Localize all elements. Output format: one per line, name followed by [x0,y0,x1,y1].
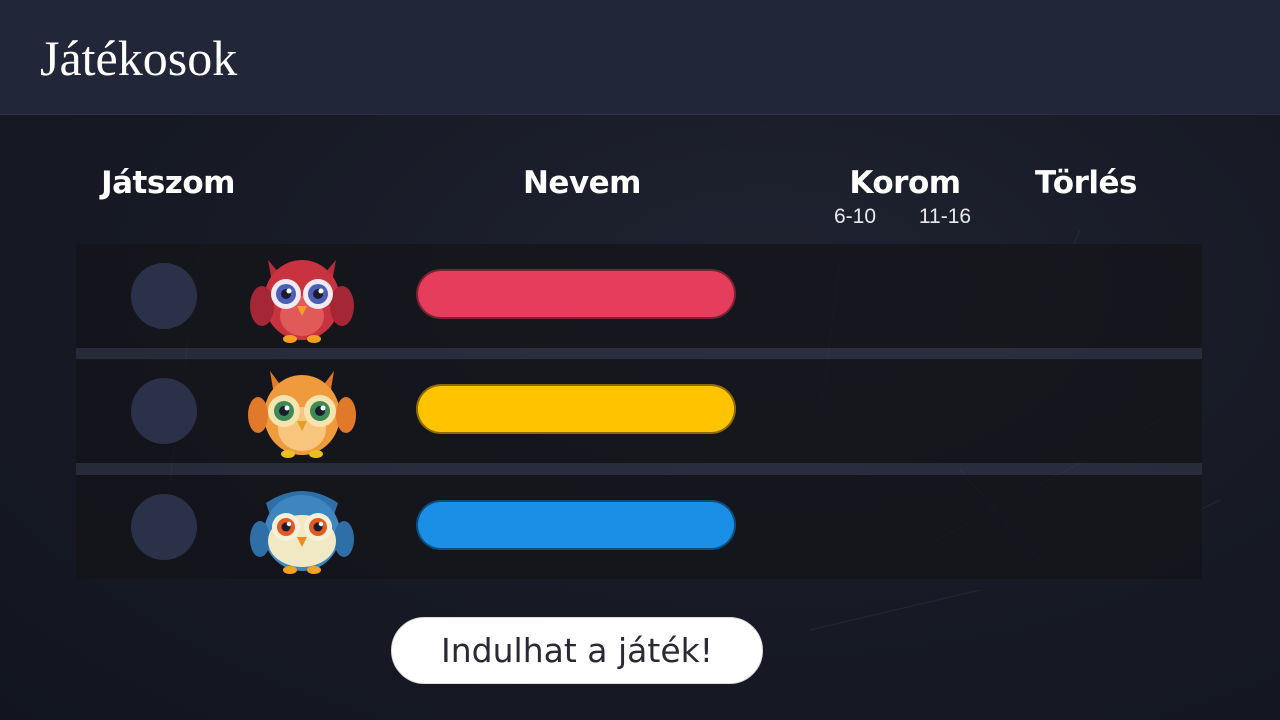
column-header-age: Korom [849,165,961,201]
column-header-delete: Törlés [1035,165,1137,201]
name-input[interactable] [416,500,736,550]
age-option-6-10[interactable]: 6-10 [825,205,885,229]
row-divider [76,463,1202,475]
player-row [76,244,1202,348]
blue-owl-icon [250,491,354,574]
play-toggle[interactable] [131,378,197,444]
column-header-name: Nevem [522,165,642,201]
page-title: Játékosok [40,30,238,86]
play-toggle[interactable] [131,494,197,560]
red-owl-icon [250,260,354,343]
column-header-play: Játszom [101,165,235,201]
name-input[interactable] [416,384,736,434]
player-row [76,359,1202,463]
start-game-button[interactable]: Indulhat a játék! [391,617,763,684]
orange-owl-icon [248,371,356,458]
play-toggle[interactable] [131,263,197,329]
age-option-11-16[interactable]: 11-16 [910,205,980,229]
header-bar: Játékosok [0,0,1280,115]
player-row [76,475,1202,579]
name-input[interactable] [416,269,736,319]
